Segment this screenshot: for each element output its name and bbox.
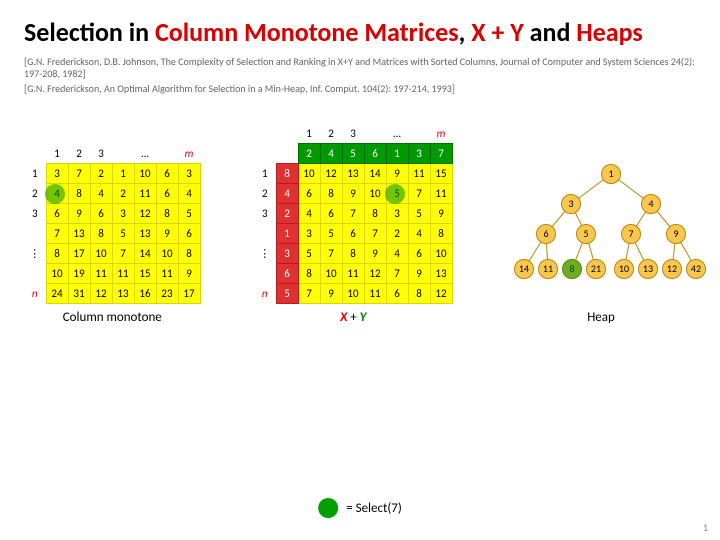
heap-node: 13: [638, 259, 658, 279]
heap-node: 5: [576, 224, 596, 244]
legend-dot-icon: [318, 498, 338, 518]
heap-figure: 1346579141182110131242 Heap: [506, 164, 696, 325]
heap-node: 7: [621, 224, 641, 244]
title-part: Heaps: [576, 16, 643, 48]
title-part: X + Y: [471, 16, 524, 48]
heap-node: 4: [641, 194, 661, 214]
xy-caption-y: Y: [360, 310, 367, 325]
legend-label: = Select(7): [346, 501, 402, 516]
heap-node: 14: [514, 259, 534, 279]
heap-node: 3: [561, 194, 581, 214]
title-part: and: [524, 16, 577, 48]
title-part: Column Monotone Matrices: [155, 16, 459, 48]
heap-caption: Heap: [587, 310, 615, 325]
page-number: 1: [703, 521, 708, 534]
column-monotone-figure: 123…m13721106324842116436963128571385139…: [24, 143, 201, 325]
citation-2: [G.N. Frederickson, An Optimal Algorithm…: [24, 83, 696, 96]
heap-node: 11: [538, 259, 558, 279]
xy-caption-plus: +: [347, 310, 359, 325]
heap-node: 42: [686, 259, 706, 279]
column-monotone-matrix: 123…m13721106324842116436963128571385139…: [24, 143, 201, 304]
xy-caption: X + Y: [340, 310, 366, 325]
select-marker: [562, 259, 582, 279]
title-part: ,: [459, 16, 472, 48]
heap-node: 6: [536, 224, 556, 244]
xy-figure: 123…m24561371810121314911152468910571132…: [254, 123, 453, 325]
figures-row: 123…m13721106324842116436963128571385139…: [24, 123, 696, 325]
heap-node: 9: [666, 224, 686, 244]
column-monotone-caption: Column monotone: [63, 310, 162, 325]
heap-node: 21: [586, 259, 606, 279]
heap-tree: 1346579141182110131242: [506, 164, 696, 304]
citation-1: [G.N. Frederickson, D.B. Johnson, The Co…: [24, 56, 696, 81]
heap-node: 12: [662, 259, 682, 279]
legend: = Select(7): [318, 498, 402, 518]
xy-matrix: 123…m24561371810121314911152468910571132…: [254, 123, 453, 304]
heap-node: 10: [614, 259, 634, 279]
title-part: Selection in: [24, 16, 155, 48]
page-title: Selection in Column Monotone Matrices, X…: [24, 18, 696, 48]
heap-node: 1: [601, 164, 621, 184]
